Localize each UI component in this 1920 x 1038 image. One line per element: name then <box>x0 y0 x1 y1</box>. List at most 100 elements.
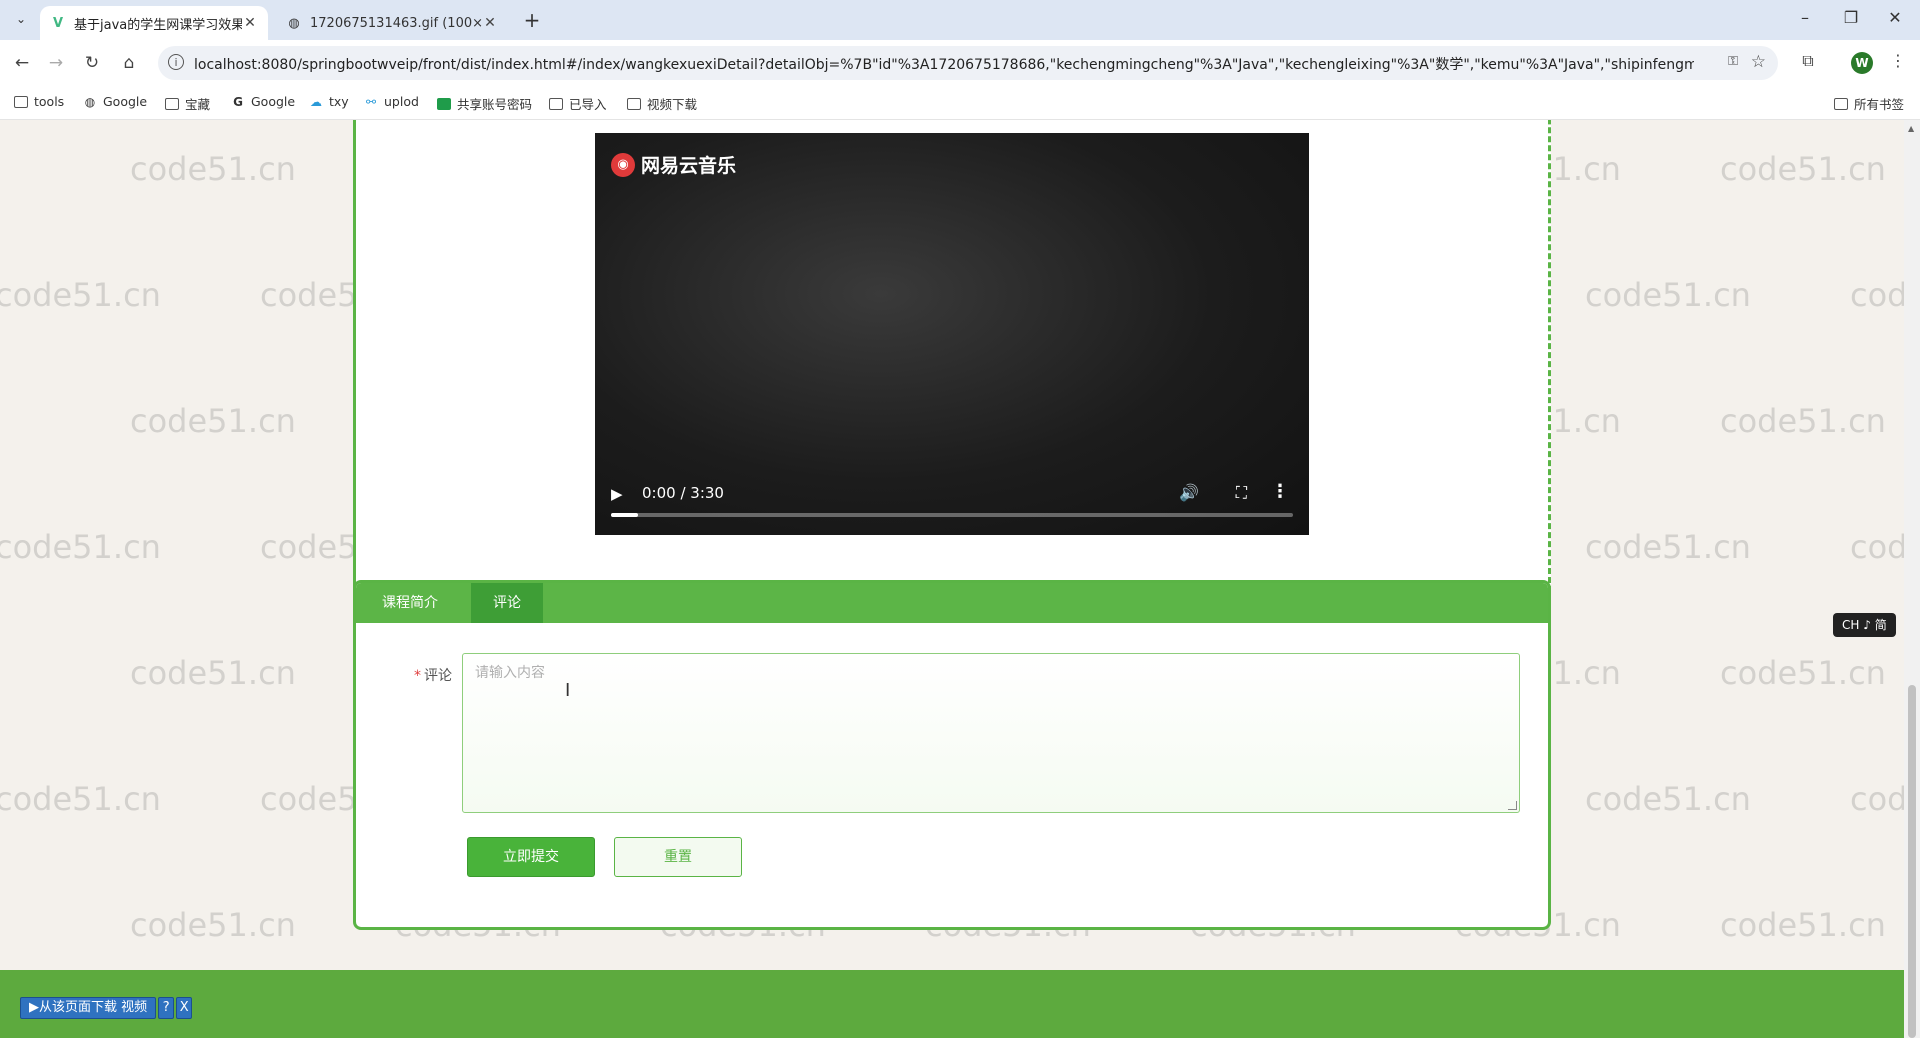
vue-v-icon: V <box>52 15 64 31</box>
bookmark-label: 已导入 <box>569 97 607 112</box>
tab-course-intro[interactable]: 课程简介 <box>360 583 460 623</box>
watermark-text: code51.cn <box>1720 150 1886 188</box>
password-key-icon[interactable]: ⚿ <box>1728 54 1738 69</box>
bookmark-shared-passwords[interactable]: 共享账号密码 <box>437 94 532 113</box>
video-progress-fill <box>611 513 639 517</box>
profile-avatar[interactable]: W <box>1851 52 1873 74</box>
text-cursor-icon: I <box>565 680 571 701</box>
watermark-text: code51.cn <box>1585 276 1751 314</box>
close-tab-icon[interactable]: ✕ <box>482 15 498 31</box>
bookmark-label: 视频下载 <box>647 97 698 112</box>
close-window-icon[interactable]: ✕ <box>1880 8 1910 27</box>
bookmark-star-icon[interactable]: ☆ <box>1751 52 1766 72</box>
watermark-text: code51.cn <box>1585 780 1751 818</box>
folder-icon <box>1834 97 1848 110</box>
bookmark-label: 所有书签 <box>1854 97 1905 112</box>
bookmark-label: Google <box>251 94 296 109</box>
sheet-icon <box>437 97 451 110</box>
close-icon[interactable]: X <box>176 997 193 1019</box>
bookmark-label: 共享账号密码 <box>457 97 533 112</box>
tab-title: 1720675131463.gif (100×100) <box>310 15 482 31</box>
folder-icon <box>165 97 179 110</box>
ime-indicator[interactable]: CH ♪ 简 <box>1833 613 1896 637</box>
google-icon: G <box>233 94 243 109</box>
watermark-text: code51.cn <box>0 780 161 818</box>
bookmark-google-2[interactable]: G Google <box>231 94 295 109</box>
bookmark-txy[interactable]: ☁ txy <box>309 94 349 109</box>
address-bar[interactable]: i localhost:8080/springbootwveip/front/d… <box>158 46 1778 80</box>
browser-tab-gif[interactable]: ◍ 1720675131463.gif (100×100) ✕ <box>276 6 508 40</box>
watermark-text: code51.cn <box>1720 906 1886 944</box>
bookmark-imported[interactable]: 已导入 <box>549 94 607 113</box>
share-icon: ⚯ <box>365 94 377 109</box>
volume-icon[interactable]: 🔊 <box>1179 483 1199 502</box>
more-options-icon[interactable]: ⋮ <box>1271 481 1289 502</box>
bookmark-label: tools <box>34 94 65 109</box>
video-brand-text: 网易云音乐 <box>641 155 737 177</box>
extensions-puzzle-icon[interactable]: ⧉ <box>1796 51 1820 71</box>
url-text[interactable]: localhost:8080/springbootwveip/front/dis… <box>194 54 1694 74</box>
globe-icon: ◍ <box>288 15 300 31</box>
bookmark-label: txy <box>329 94 349 109</box>
comment-textarea[interactable]: 请输入内容 <box>462 653 1520 813</box>
tab-search-chevron-icon[interactable]: ⌄ <box>10 8 32 30</box>
video-progress-track[interactable] <box>611 513 1293 517</box>
close-tab-icon[interactable]: ✕ <box>242 15 258 31</box>
folder-icon <box>14 95 28 108</box>
course-detail-panel: 课程简介 评论 * 评论 请输入内容 立即提交 重置 <box>353 580 1551 930</box>
bookmark-label: uplod <box>384 94 419 109</box>
fullscreen-icon[interactable]: ⛶ <box>1236 483 1247 503</box>
globe-icon: ◍ <box>84 94 96 109</box>
site-footer <box>0 970 1904 1038</box>
back-arrow-icon[interactable]: ← <box>10 51 34 75</box>
folder-icon <box>549 97 563 110</box>
new-tab-button[interactable]: + <box>520 8 544 32</box>
browser-tab-strip: ⌄ V 基于java的学生网课学习效果评 ✕ ◍ 1720675131463.g… <box>0 0 1920 40</box>
download-video-widget[interactable]: ▶从该页面下载 视频 ? X <box>20 997 193 1019</box>
comment-placeholder: 请输入内容 <box>475 665 545 681</box>
resize-grip-icon[interactable] <box>1508 801 1517 810</box>
watermark-text: code51.cn <box>130 906 296 944</box>
video-brand: ◉ 网易云音乐 <box>611 151 736 178</box>
restore-icon[interactable]: ❐ <box>1836 8 1866 27</box>
bookmark-google[interactable]: ◍ Google <box>83 94 147 109</box>
scroll-up-arrow-icon[interactable]: ▲ <box>1908 124 1914 133</box>
bookmark-tools[interactable]: tools <box>14 94 64 109</box>
comment-label: * 评论 <box>414 665 452 685</box>
bookmark-label: Google <box>103 94 148 109</box>
download-video-button[interactable]: ▶从该页面下载 视频 <box>20 997 157 1019</box>
browser-tab-active[interactable]: V 基于java的学生网课学习效果评 ✕ <box>40 6 268 40</box>
browser-menu-icon[interactable]: ⋮ <box>1886 51 1910 70</box>
required-mark: * <box>414 668 421 684</box>
watermark-text: code51.cn <box>0 276 161 314</box>
page-scrollbar[interactable]: ▲ <box>1904 120 1920 1038</box>
bookmark-video-download[interactable]: 视频下载 <box>627 94 697 113</box>
reload-icon[interactable]: ↻ <box>80 51 104 75</box>
watermark-text: code51.cn <box>130 654 296 692</box>
submit-button[interactable]: 立即提交 <box>467 837 595 877</box>
comment-label-text: 评论 <box>424 668 452 684</box>
reset-button[interactable]: 重置 <box>614 837 742 877</box>
help-icon[interactable]: ? <box>158 997 175 1019</box>
all-bookmarks[interactable]: 所有书签 <box>1834 94 1904 113</box>
forward-arrow-icon[interactable]: → <box>44 51 68 75</box>
tab-comments[interactable]: 评论 <box>471 583 543 623</box>
play-icon[interactable]: ▶ <box>611 485 623 503</box>
bookmarks-bar: tools ◍ Google 宝藏 G Google ☁ txy ⚯ uplod 共享账… <box>0 86 1920 120</box>
site-info-icon[interactable]: i <box>168 54 184 70</box>
watermark-text: code51.cn <box>130 150 296 188</box>
bookmark-baozang[interactable]: 宝藏 <box>165 94 210 113</box>
home-icon[interactable]: ⌂ <box>117 51 141 75</box>
video-time: 0:00 / 3:30 <box>642 484 724 502</box>
folder-icon <box>627 97 641 110</box>
watermark-text: code51.cn <box>0 528 161 566</box>
minimize-icon[interactable]: – <box>1790 8 1820 27</box>
cloud-icon: ☁ <box>310 94 322 109</box>
watermark-text: code51.cn <box>130 402 296 440</box>
scrollbar-thumb[interactable] <box>1908 685 1916 1038</box>
browser-toolbar: ← → ↻ ⌂ i localhost:8080/springbootwveip… <box>0 40 1920 86</box>
bookmark-uplod[interactable]: ⚯ uplod <box>364 94 419 109</box>
bookmark-label: 宝藏 <box>185 97 211 112</box>
video-player[interactable]: ◉ 网易云音乐 ▶ 0:00 / 3:30 🔊 ⛶ ⋮ <box>595 133 1309 535</box>
course-tabs: 课程简介 评论 <box>356 583 1548 623</box>
